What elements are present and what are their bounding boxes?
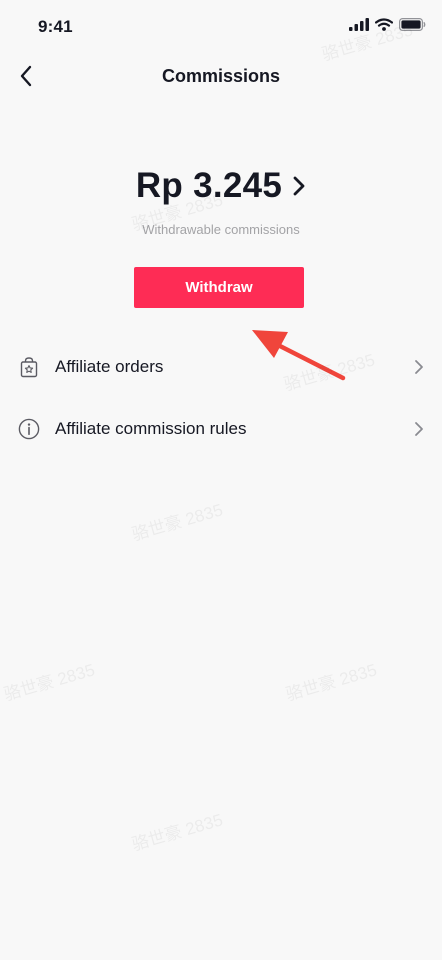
watermark: 骆世豪 2835 bbox=[1, 660, 97, 705]
menu-item-commission-rules[interactable]: Affiliate commission rules bbox=[0, 400, 442, 458]
balance-caption: Withdrawable commissions bbox=[142, 222, 300, 237]
chevron-right-icon bbox=[415, 360, 423, 374]
chevron-right-icon bbox=[292, 175, 306, 197]
info-icon bbox=[18, 418, 40, 440]
watermark: 骆世豪 2835 bbox=[129, 810, 225, 855]
page-title: Commissions bbox=[161, 66, 281, 86]
chevron-right-icon bbox=[415, 422, 423, 436]
shopping-bag-icon bbox=[20, 357, 38, 378]
watermark: 骆世豪 2835 bbox=[129, 500, 225, 545]
withdraw-button[interactable]: Withdraw bbox=[134, 267, 304, 308]
nav-bar: Commissions bbox=[0, 52, 442, 100]
status-time: 9:41 bbox=[38, 17, 73, 36]
menu-item-label: Affiliate orders bbox=[55, 357, 164, 376]
watermark: 骆世豪 2835 bbox=[283, 660, 379, 705]
menu-item-label: Affiliate commission rules bbox=[55, 419, 247, 438]
